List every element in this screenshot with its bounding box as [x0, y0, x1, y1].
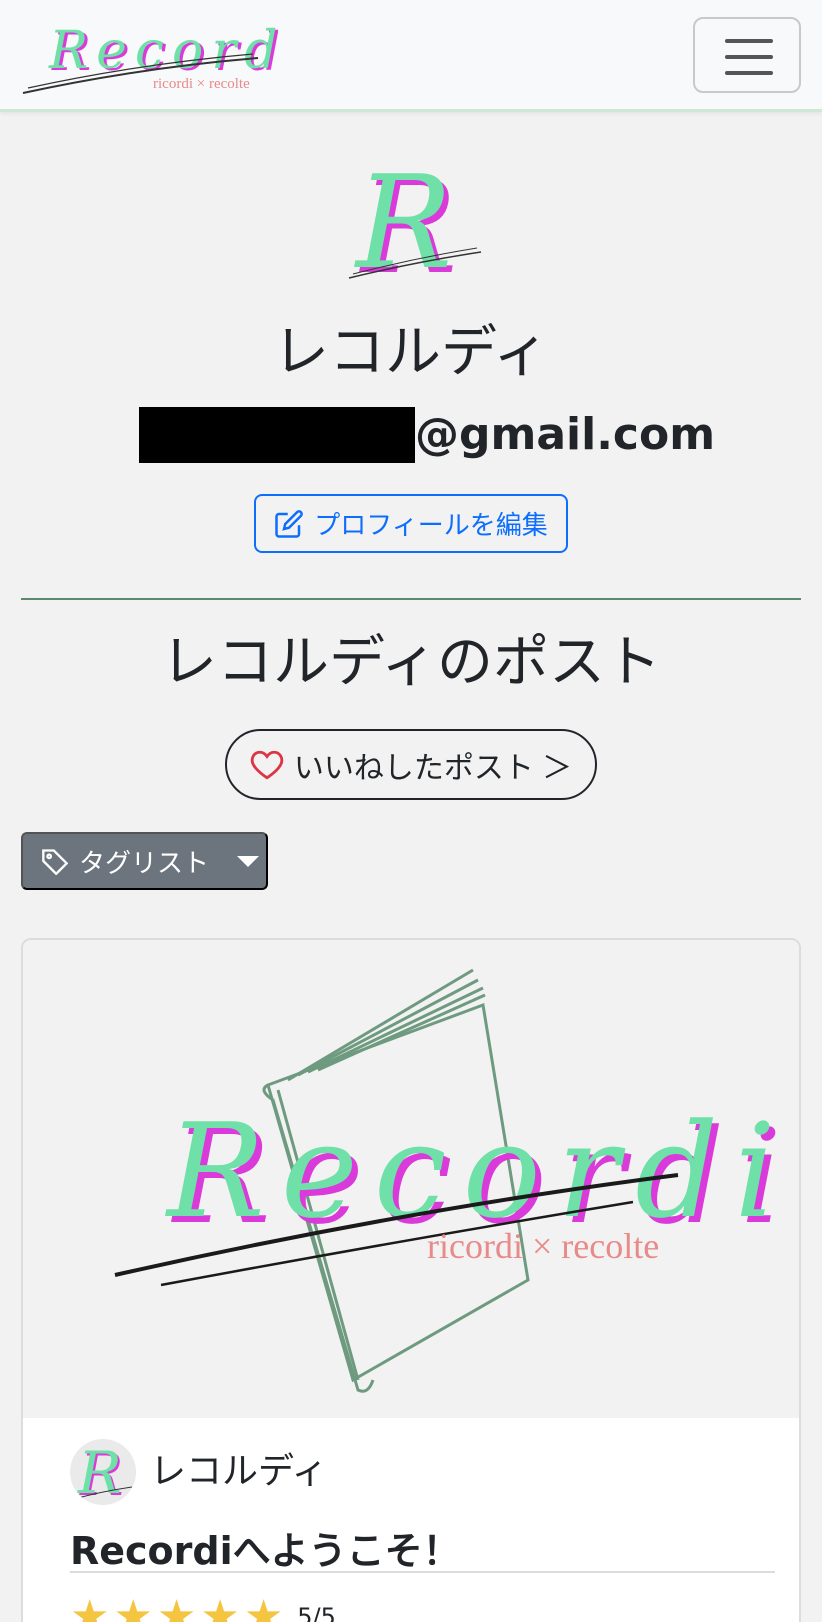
svg-text:Recordi: Recordi [48, 21, 278, 81]
post-title[interactable]: Recordiへようこそ！ [70, 1526, 461, 1576]
email-domain: @gmail.com [415, 409, 716, 460]
menu-icon [725, 39, 773, 43]
tag-list-dropdown[interactable]: タグリスト [21, 832, 268, 890]
star-icon: ★ [70, 1591, 110, 1622]
post-author-name[interactable]: レコルディ [150, 1448, 327, 1496]
svg-text:ricordi × recolte: ricordi × recolte [427, 1226, 659, 1266]
star-icon: ★ [113, 1591, 153, 1622]
menu-toggle-button[interactable] [693, 17, 801, 93]
caret-down-icon [237, 855, 260, 867]
star-icon: ★ [243, 1591, 284, 1622]
navbar: Recordi Recordi ricordi × recolte [0, 0, 822, 112]
svg-text:ricordi × recolte: ricordi × recolte [153, 76, 250, 92]
tag-list-label: タグリスト [79, 847, 210, 878]
section-divider [21, 598, 801, 600]
heart-icon [250, 750, 283, 779]
profile-avatar: R R [348, 150, 482, 290]
post-image: Recordi Recordi ricordi × recolte [23, 940, 799, 1418]
email-redaction [139, 407, 415, 463]
profile-name: レコルディ [272, 320, 550, 385]
liked-posts-label: いいねしたポスト ＞ [293, 751, 573, 785]
svg-text:Recordi: Recordi [165, 1095, 792, 1247]
liked-posts-button[interactable]: いいねしたポスト ＞ [225, 729, 597, 800]
author-avatar[interactable]: R R [70, 1439, 136, 1505]
svg-text:R: R [77, 1439, 122, 1505]
tag-icon [42, 849, 69, 875]
post-title-underline [70, 1571, 775, 1573]
author-avatar-logo: R R [73, 1439, 133, 1505]
star-icon: ★ [156, 1591, 197, 1622]
post-card[interactable]: Recordi Recordi ricordi × recolte R R レコ… [21, 938, 801, 1622]
edit-profile-button[interactable]: プロフィールを編集 [254, 494, 568, 553]
svg-text:R: R [354, 150, 452, 290]
pencil-square-icon [275, 509, 304, 538]
post-rating: ★ ★ ★ ★ ★ 5/5 [70, 1595, 336, 1622]
posts-section-title: レコルディのポスト [160, 630, 662, 695]
recordi-logo[interactable]: Recordi Recordi ricordi × recolte [18, 8, 278, 103]
profile-email: @gmail.com [139, 405, 715, 465]
edit-profile-label: プロフィールを編集 [314, 510, 548, 540]
star-icon: ★ [200, 1591, 240, 1622]
rating-text: 5/5 [297, 1603, 336, 1622]
